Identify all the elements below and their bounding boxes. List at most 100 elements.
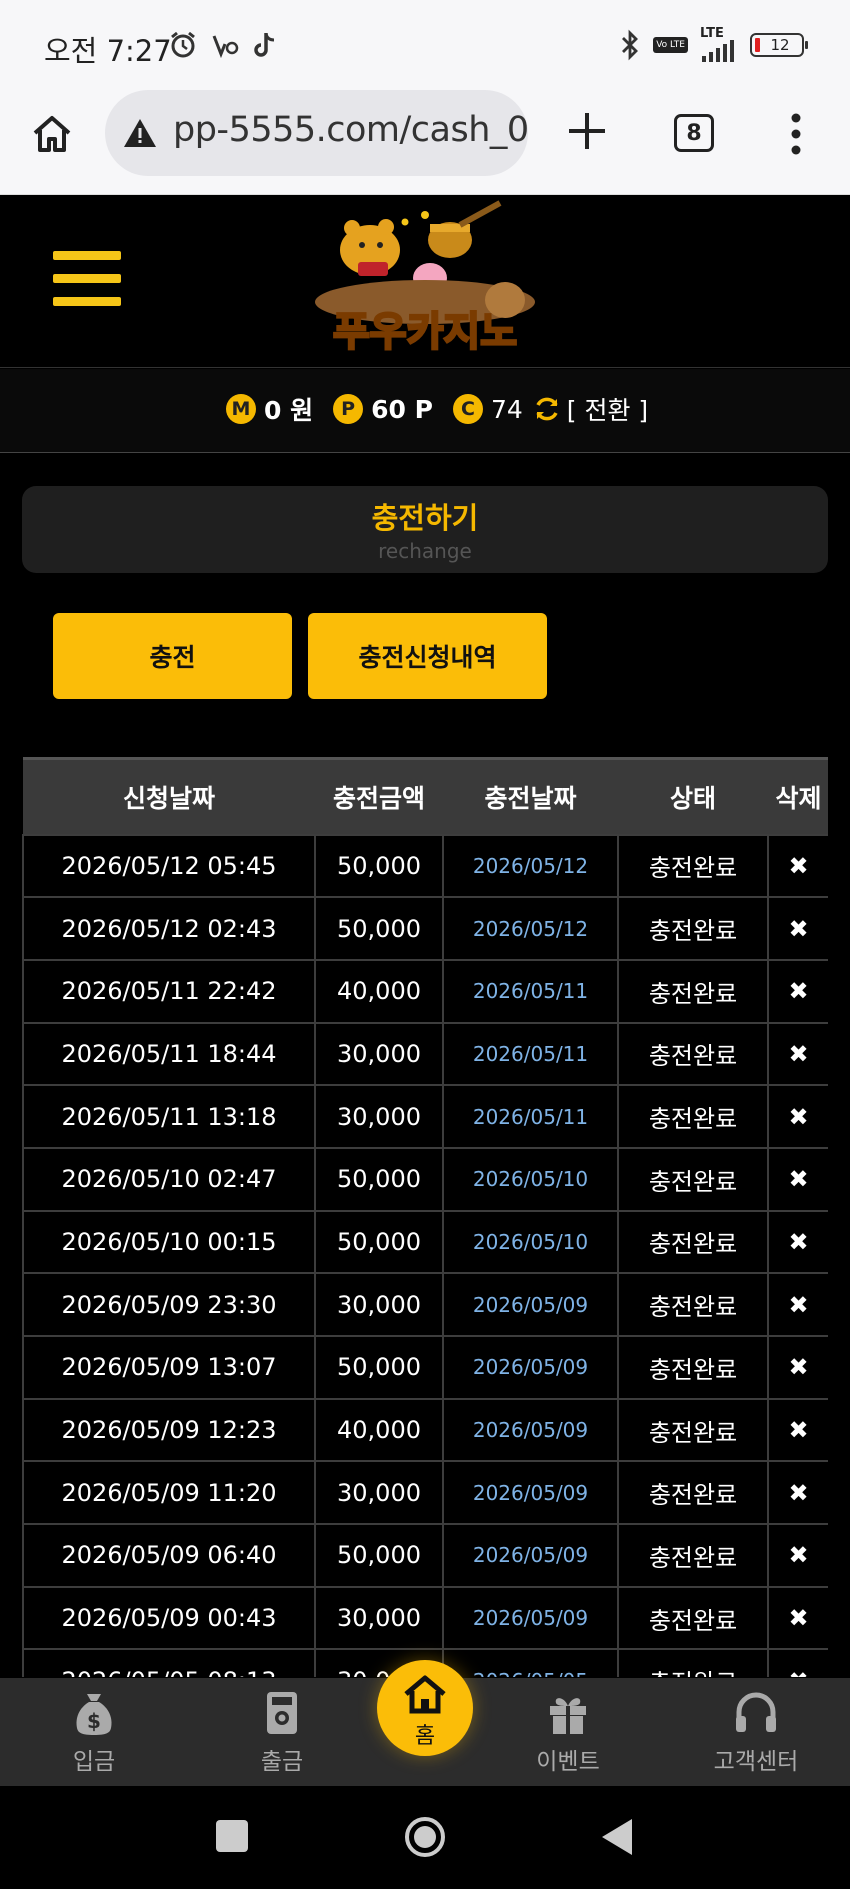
- tiktok-icon: [254, 33, 275, 57]
- page-title-panel: 충전하기 rechange: [22, 486, 828, 573]
- tab-switcher-button[interactable]: 8: [674, 114, 714, 152]
- charge-history-table: 신청날짜 충전금액 충전날짜 상태 삭제 2026/05/12 05:45 50,…: [22, 757, 828, 1677]
- table-row: 2026/05/09 13:07 50,000 2026/05/09 충전완료 ✖: [22, 1335, 828, 1400]
- cell-charge-date: 2026/05/09: [442, 1335, 619, 1400]
- site-logo[interactable]: 푸우카지노: [300, 200, 550, 360]
- convert-button[interactable]: [ 전환 ]: [533, 391, 648, 427]
- nav-event[interactable]: 이벤트: [508, 1688, 628, 1776]
- nav-support-label[interactable]: 고객센터: [714, 1749, 799, 1775]
- cell-status: 충전완료: [617, 1460, 769, 1526]
- status-bar: 오전 7:27 Vo LTE LTE 12: [0, 0, 850, 90]
- delete-icon[interactable]: ✖: [767, 896, 828, 961]
- delete-icon[interactable]: ✖: [767, 1084, 828, 1149]
- convert-label[interactable]: [ 전환 ]: [567, 391, 648, 427]
- col-header-charge-date: 충전날짜: [443, 757, 618, 835]
- refresh-icon[interactable]: [533, 395, 561, 423]
- delete-icon[interactable]: ✖: [767, 1146, 828, 1212]
- cell-amount: 50,000: [314, 1523, 444, 1588]
- cell-status: 충전완료: [617, 1335, 769, 1400]
- recents-icon[interactable]: [216, 1820, 248, 1852]
- coin-balance: C 74: [452, 394, 523, 424]
- address-bar[interactable]: pp-5555.com/cash_01: [105, 90, 528, 176]
- cell-status: 충전완료: [617, 1146, 769, 1212]
- nav-support[interactable]: 고객센터: [696, 1688, 816, 1776]
- charge-history-button[interactable]: 충전신청내역: [308, 613, 547, 699]
- browser-home-icon[interactable]: [30, 112, 74, 156]
- svg-text:$: $: [87, 1709, 101, 1733]
- cell-charge-date: 2026/05/09: [442, 1585, 619, 1651]
- coin-value: 74: [490, 394, 523, 424]
- url-text[interactable]: pp-5555.com/cash_01: [173, 110, 528, 150]
- col-header-request-date: 신청날짜: [23, 757, 315, 835]
- cell-charge-date: 2026/05/09: [442, 1523, 619, 1588]
- logo-text: 푸우카지노: [333, 309, 517, 355]
- table-header-row: 신청날짜 충전금액 충전날짜 상태 삭제: [23, 757, 828, 835]
- overflow-menu-icon[interactable]: [786, 112, 806, 156]
- money-value: 0 원: [264, 396, 314, 425]
- delete-icon[interactable]: ✖: [767, 1397, 828, 1463]
- cell-status: 충전완료: [617, 1084, 769, 1149]
- table-row: 2026/05/11 13:18 30,000 2026/05/11 충전완료 ✖: [22, 1084, 828, 1149]
- delete-icon[interactable]: ✖: [767, 1021, 828, 1087]
- charge-button[interactable]: 충전: [53, 613, 292, 699]
- cell-request-date: 2026/05/12 05:45: [22, 833, 316, 899]
- cell-request-date: 2026/05/11 22:42: [22, 958, 316, 1024]
- cell-charge-date: 2026/05/09: [442, 1397, 619, 1463]
- nav-withdraw[interactable]: 출금: [222, 1688, 342, 1776]
- delete-icon[interactable]: ✖: [767, 958, 828, 1024]
- table-row: 2026/05/11 18:44 30,000 2026/05/11 충전완료 ✖: [22, 1021, 828, 1087]
- cell-request-date: 2026/05/10 02:47: [22, 1146, 316, 1212]
- delete-icon[interactable]: ✖: [767, 1272, 828, 1337]
- coin-icon: C: [452, 394, 483, 424]
- back-icon[interactable]: [598, 1817, 634, 1857]
- delete-icon[interactable]: ✖: [767, 833, 828, 899]
- cell-charge-date: 2026/05/09: [442, 1460, 619, 1526]
- delete-icon[interactable]: ✖: [767, 1523, 828, 1588]
- point-icon: P: [333, 394, 364, 424]
- nav-deposit-label[interactable]: 입금: [73, 1749, 115, 1775]
- cell-amount: 40,000: [314, 1397, 444, 1463]
- page-subtitle: rechange: [378, 539, 472, 563]
- nav-home[interactable]: 홈: [377, 1660, 473, 1756]
- delete-icon[interactable]: ✖: [767, 1460, 828, 1526]
- col-header-status: 상태: [618, 757, 768, 835]
- system-icons: Vo LTE LTE 12: [619, 27, 808, 62]
- col-header-delete: 삭제: [768, 757, 828, 835]
- cell-amount: 50,000: [314, 896, 444, 961]
- money-bag-icon: $: [76, 1694, 112, 1735]
- cell-request-date: 2026/05/09 00:43: [22, 1585, 316, 1651]
- cell-request-date: 2026/05/09 23:30: [22, 1272, 316, 1337]
- cell-charge-date: 2026/05/11: [442, 1021, 619, 1087]
- cell-amount: 30,000: [314, 1272, 444, 1337]
- volte-icon: Vo LTE: [653, 37, 688, 53]
- android-home-icon[interactable]: [403, 1815, 447, 1859]
- cell-status: 충전완료: [617, 896, 769, 961]
- cell-status: 충전완료: [617, 1272, 769, 1337]
- delete-icon[interactable]: ✖: [767, 1335, 828, 1400]
- cell-charge-date: 2026/05/05: [442, 1648, 619, 1677]
- hamburger-menu-icon[interactable]: [53, 251, 121, 307]
- browser-toolbar: pp-5555.com/cash_01 8: [0, 90, 850, 195]
- new-tab-icon[interactable]: [566, 110, 608, 152]
- delete-icon[interactable]: ✖: [767, 1209, 828, 1275]
- delete-icon[interactable]: ✖: [767, 1648, 828, 1677]
- cell-request-date: 2026/05/09 11:20: [22, 1460, 316, 1526]
- nav-withdraw-label[interactable]: 출금: [261, 1749, 303, 1775]
- col-header-amount: 충전금액: [315, 757, 443, 835]
- cell-amount: 30,000: [314, 1084, 444, 1149]
- bluetooth-icon: [622, 29, 639, 61]
- cell-charge-date: 2026/05/11: [442, 1084, 619, 1149]
- cell-status: 충전완료: [617, 1648, 769, 1677]
- clock: 오전 7:27: [44, 34, 172, 68]
- cell-amount: 50,000: [314, 833, 444, 899]
- nav-event-label[interactable]: 이벤트: [536, 1749, 599, 1775]
- cell-amount: 30,000: [314, 1460, 444, 1526]
- nav-home-label[interactable]: 홈: [415, 1724, 435, 1749]
- cell-request-date: 2026/05/11 18:44: [22, 1021, 316, 1087]
- not-secure-warning-icon[interactable]: [122, 117, 158, 149]
- nav-deposit[interactable]: $ 입금: [34, 1688, 154, 1776]
- table-row: 2026/05/11 22:42 40,000 2026/05/11 충전완료 ✖: [22, 958, 828, 1024]
- bottom-nav: $ 입금 출금 홈 이벤트 고객센터: [0, 1660, 850, 1786]
- site-header: 푸우카지노: [0, 196, 850, 368]
- delete-icon[interactable]: ✖: [767, 1585, 828, 1651]
